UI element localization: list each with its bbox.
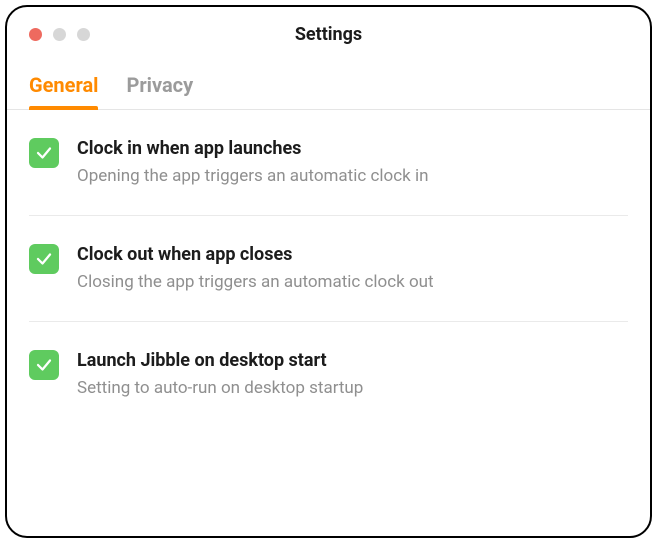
checkbox-clock-out-close[interactable] bbox=[29, 244, 59, 274]
setting-text: Clock in when app launches Opening the a… bbox=[77, 136, 628, 189]
setting-description: Opening the app triggers an automatic cl… bbox=[77, 165, 628, 189]
tab-general[interactable]: General bbox=[29, 73, 98, 109]
setting-title: Clock in when app launches bbox=[77, 136, 628, 161]
setting-row-clock-in-launch: Clock in when app launches Opening the a… bbox=[29, 110, 628, 216]
setting-text: Clock out when app closes Closing the ap… bbox=[77, 242, 628, 295]
tab-bar: General Privacy bbox=[7, 61, 650, 110]
setting-row-clock-out-close: Clock out when app closes Closing the ap… bbox=[29, 216, 628, 322]
tab-privacy[interactable]: Privacy bbox=[126, 73, 193, 109]
check-icon bbox=[35, 356, 53, 374]
minimize-icon[interactable] bbox=[53, 28, 66, 41]
titlebar: Settings bbox=[7, 7, 650, 61]
close-icon[interactable] bbox=[29, 28, 42, 41]
check-icon bbox=[35, 250, 53, 268]
checkbox-launch-on-start[interactable] bbox=[29, 350, 59, 380]
setting-title: Launch Jibble on desktop start bbox=[77, 348, 628, 373]
setting-title: Clock out when app closes bbox=[77, 242, 628, 267]
settings-list: Clock in when app launches Opening the a… bbox=[7, 110, 650, 427]
window-title: Settings bbox=[7, 24, 650, 45]
setting-text: Launch Jibble on desktop start Setting t… bbox=[77, 348, 628, 401]
setting-row-launch-on-start: Launch Jibble on desktop start Setting t… bbox=[29, 322, 628, 427]
setting-description: Closing the app triggers an automatic cl… bbox=[77, 271, 628, 295]
traffic-lights bbox=[29, 28, 90, 41]
maximize-icon[interactable] bbox=[77, 28, 90, 41]
checkbox-clock-in-launch[interactable] bbox=[29, 138, 59, 168]
settings-window: Settings General Privacy Clock in when a… bbox=[5, 5, 652, 538]
setting-description: Setting to auto-run on desktop startup bbox=[77, 377, 628, 401]
check-icon bbox=[35, 144, 53, 162]
